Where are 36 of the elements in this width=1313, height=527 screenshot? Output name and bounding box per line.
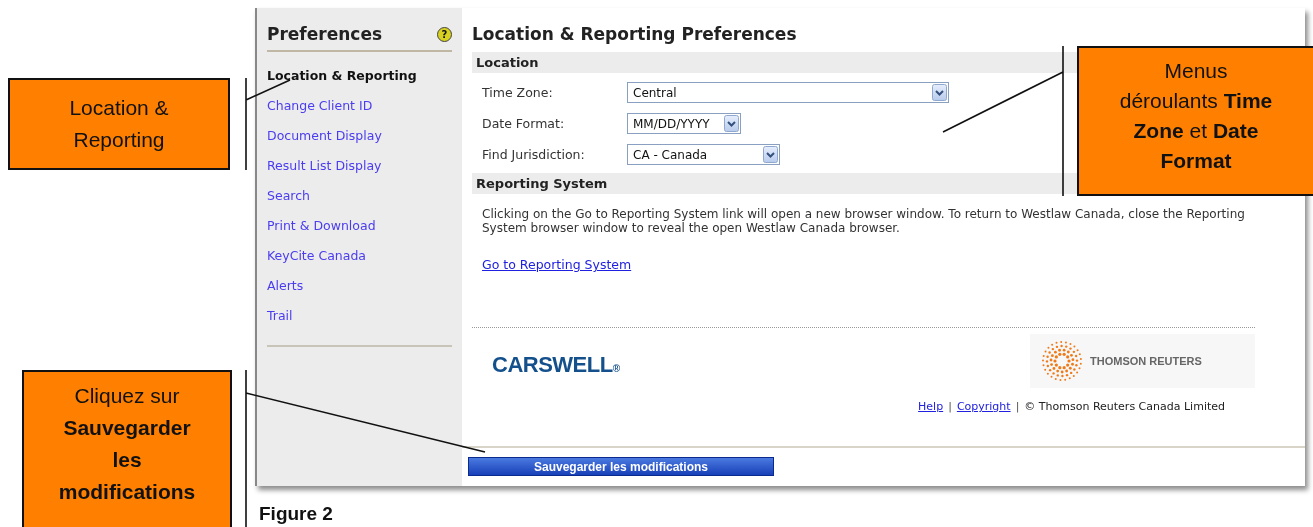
sidebar-item[interactable]: Location & Reporting [267, 67, 417, 97]
separator: | [948, 400, 952, 413]
sidebar-item[interactable]: Change Client ID [267, 97, 373, 127]
copyright-text: © Thomson Reuters Canada Limited [1024, 400, 1225, 413]
field-label: Date Format: [482, 116, 566, 131]
chevron-down-icon [932, 84, 947, 101]
dropdown[interactable]: Central [627, 82, 949, 103]
sidebar-item[interactable]: Print & Download [267, 217, 376, 247]
field-label: Time Zone: [482, 85, 554, 100]
sidebar-item[interactable]: Result List Display [267, 157, 382, 187]
chevron-down-icon [763, 146, 778, 163]
logo-text: THOMSON REUTERS [1090, 355, 1202, 367]
footer-link[interactable]: Help [918, 400, 944, 413]
callout-box: Location & Reporting [8, 78, 230, 170]
sidebar-item[interactable]: Alerts [267, 277, 304, 307]
sidebar-title: Preferences [267, 24, 383, 44]
description-text: Clicking on the Go to Reporting System link will open a new browser window. To return to Westlaw Canada, close the Reporting System browser window to reveal the open Westlaw Canada browser. [481, 206, 1246, 235]
sidebar-item[interactable]: Trail [267, 307, 293, 337]
chevron-down-icon [724, 115, 739, 132]
help-icon[interactable]: ? [437, 26, 452, 42]
page-title: Location & Reporting Preferences [472, 24, 798, 44]
figure-caption: Figure 2 [259, 503, 333, 525]
callout-box: Menus déroulants Time Zone et Date Format [1077, 46, 1313, 196]
reporting-link[interactable]: Go to Reporting System [482, 257, 632, 272]
separator: | [1015, 400, 1020, 413]
footer-link[interactable]: Copyright [956, 400, 1011, 413]
carswell-logo: CARSWELL® [492, 352, 620, 378]
save-button[interactable]: Sauvegarder les modifications [468, 457, 774, 476]
field-label: Find Jurisdiction: [482, 147, 586, 162]
sidebar-item[interactable]: Document Display [267, 127, 382, 157]
sidebar-item[interactable]: KeyCite Canada [267, 247, 366, 277]
sidebar-item[interactable]: Search [267, 187, 310, 217]
dotted-circle-icon [1042, 341, 1082, 381]
dropdown[interactable]: CA - Canada [627, 144, 780, 165]
callout-box: Cliquez sur Sauvegarder les modifications [22, 370, 232, 527]
dropdown[interactable]: MM/DD/YYYY [627, 113, 741, 134]
